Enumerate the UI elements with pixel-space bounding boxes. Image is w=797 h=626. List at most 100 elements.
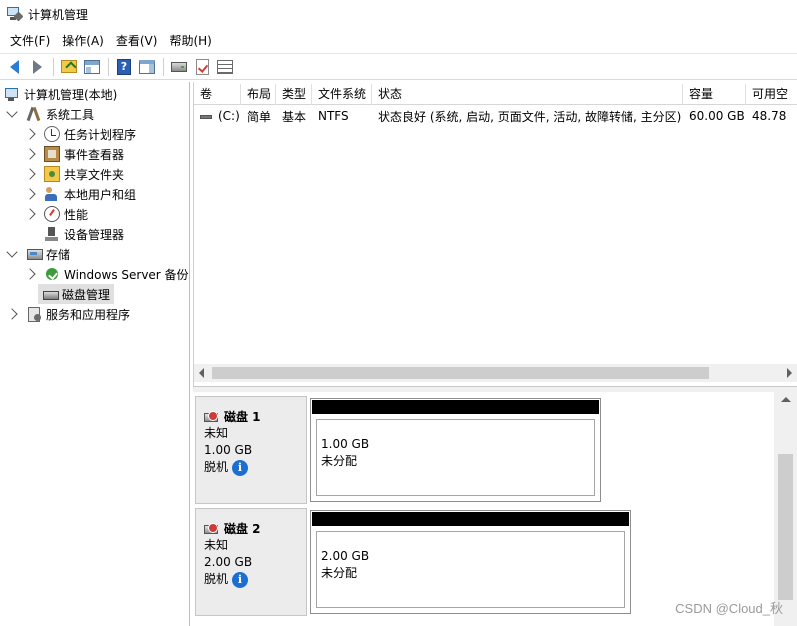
disk-type: 未知 (204, 426, 229, 440)
tree-item-storage[interactable]: 存储 (6, 244, 70, 264)
vertical-scrollbar[interactable] (774, 392, 797, 626)
navigation-tree: 计算机管理(本地) 系统工具 任务计划程序 事件查看器 共享文件夹 本地用户和组… (0, 82, 190, 626)
unallocated-partition[interactable]: 2.00 GB 未分配 (310, 510, 631, 614)
tree-item-task-scheduler[interactable]: 任务计划程序 (24, 124, 137, 144)
unallocated-partition[interactable]: 1.00 GB 未分配 (310, 398, 601, 502)
disk-state: 脱机 (204, 572, 229, 586)
disk-graphical-pane: 磁盘 1 未知 1.00 GB 脱机 i 1.00 GB 未分配 磁盘 2 未知 … (193, 392, 797, 626)
chevron-down-icon[interactable] (6, 106, 18, 118)
free-space-cell: 48.78 (752, 109, 787, 123)
tree-item-device-manager[interactable]: 设备管理器 (44, 224, 124, 244)
disk-management-icon (42, 286, 59, 302)
tree-item-event-viewer[interactable]: 事件查看器 (24, 144, 125, 164)
chevron-right-icon[interactable] (24, 168, 36, 180)
partition-header-bar (312, 512, 629, 526)
forward-button[interactable] (26, 56, 48, 78)
tree-item-label: Windows Server 备份 (64, 267, 189, 282)
menu-bar: 文件(F) 操作(A) 查看(V) 帮助(H) (0, 30, 218, 52)
tree-item-local-users[interactable]: 本地用户和组 (24, 184, 136, 204)
column-header-layout[interactable]: 布局 (241, 84, 276, 105)
tree-item-label: 服务和应用程序 (46, 307, 131, 322)
chevron-right-icon[interactable] (24, 148, 36, 160)
connect-drive-button[interactable] (168, 56, 190, 78)
layout-cell: 简单 (247, 109, 272, 124)
offline-disk-icon (204, 411, 218, 422)
disk-size: 1.00 GB (204, 443, 253, 457)
tree-item-system-tools[interactable]: 系统工具 (6, 104, 95, 124)
tree-item-label: 磁盘管理 (62, 287, 111, 302)
column-header-capacity[interactable]: 容量 (683, 84, 746, 105)
chevron-right-icon[interactable] (24, 188, 36, 200)
tree-item-label: 任务计划程序 (64, 127, 137, 142)
tree-item-disk-management[interactable]: 磁盘管理 (38, 284, 115, 304)
chevron-right-icon[interactable] (24, 268, 36, 280)
help-button[interactable]: ? (113, 56, 135, 78)
volume-name: (C:) (218, 109, 240, 123)
back-button[interactable] (3, 56, 25, 78)
menu-view[interactable]: 查看(V) (110, 30, 164, 52)
disk-label-panel[interactable]: 磁盘 2 未知 2.00 GB 脱机 i (195, 508, 307, 616)
partition-size: 1.00 GB (321, 437, 370, 451)
event-viewer-icon (44, 146, 60, 162)
checklist-button[interactable] (191, 56, 213, 78)
column-header-free-space[interactable]: 可用空 (746, 84, 797, 105)
menu-file[interactable]: 文件(F) (4, 30, 56, 52)
disk-label-panel[interactable]: 磁盘 1 未知 1.00 GB 脱机 i (195, 396, 307, 504)
up-one-level-button[interactable] (58, 56, 80, 78)
tree-item-label: 事件查看器 (64, 147, 125, 162)
column-header-volume[interactable]: 卷 (194, 84, 241, 105)
tree-item-label: 性能 (64, 207, 89, 222)
scroll-right-icon[interactable] (787, 368, 792, 378)
tree-item-services-apps[interactable]: 服务和应用程序 (6, 304, 131, 324)
tree-item-windows-backup[interactable]: Windows Server 备份 (24, 264, 189, 284)
partition-body: 1.00 GB 未分配 (316, 419, 595, 496)
filesystem-cell: NTFS (318, 109, 349, 123)
back-arrow-icon (9, 59, 19, 74)
services-icon (26, 306, 42, 322)
partition-body: 2.00 GB 未分配 (316, 531, 625, 608)
toolbar-separator (108, 57, 109, 76)
performance-gauge-icon (44, 206, 60, 222)
volume-row[interactable]: (C:) 简单 基本 NTFS 状态良好 (系统, 启动, 页面文件, 活动, … (194, 106, 797, 126)
info-icon[interactable]: i (232, 571, 249, 588)
help-icon: ? (117, 58, 131, 75)
info-icon[interactable]: i (232, 459, 249, 476)
disk-type: 未知 (204, 538, 229, 552)
chevron-down-icon[interactable] (6, 246, 18, 258)
toolbar-separator (53, 57, 54, 76)
chevron-right-icon[interactable] (24, 208, 36, 220)
drive-icon (171, 61, 187, 72)
tree-item-label: 计算机管理(本地) (24, 87, 118, 102)
watermark: CSDN @Cloud_秋 (675, 601, 783, 616)
show-action-pane-button[interactable] (136, 56, 158, 78)
tree-item-label: 系统工具 (46, 107, 95, 122)
column-header-status[interactable]: 状态 (372, 84, 683, 105)
capacity-cell: 60.00 GB (689, 109, 745, 123)
chevron-right-icon[interactable] (24, 128, 36, 140)
properties-button[interactable] (214, 56, 236, 78)
volume-icon (200, 114, 212, 119)
tree-item-shared-folders[interactable]: 共享文件夹 (24, 164, 124, 184)
scrollbar-thumb[interactable] (212, 367, 709, 379)
scrollbar-thumb[interactable] (778, 454, 793, 600)
menu-action[interactable]: 操作(A) (56, 30, 110, 52)
tree-item-root[interactable]: 计算机管理(本地) (4, 84, 117, 104)
show-hide-tree-button[interactable] (81, 56, 103, 78)
chevron-right-icon[interactable] (6, 308, 18, 320)
users-icon (44, 186, 60, 202)
menu-help[interactable]: 帮助(H) (163, 30, 217, 52)
scroll-up-icon[interactable] (781, 397, 791, 402)
column-header-type[interactable]: 类型 (276, 84, 312, 105)
status-cell: 状态良好 (系统, 启动, 页面文件, 活动, 故障转储, 主分区) (378, 109, 682, 124)
show-action-pane-icon (139, 59, 155, 74)
partition-status: 未分配 (321, 566, 358, 580)
forward-arrow-icon (32, 59, 42, 74)
clock-icon (44, 126, 60, 142)
scroll-left-icon[interactable] (199, 368, 204, 378)
partition-size: 2.00 GB (321, 549, 370, 563)
disk-name: 磁盘 2 (224, 521, 261, 536)
column-header-filesystem[interactable]: 文件系统 (312, 84, 372, 105)
horizontal-scrollbar[interactable] (194, 364, 797, 382)
disk-name: 磁盘 1 (224, 409, 261, 424)
tree-item-performance[interactable]: 性能 (24, 204, 89, 224)
